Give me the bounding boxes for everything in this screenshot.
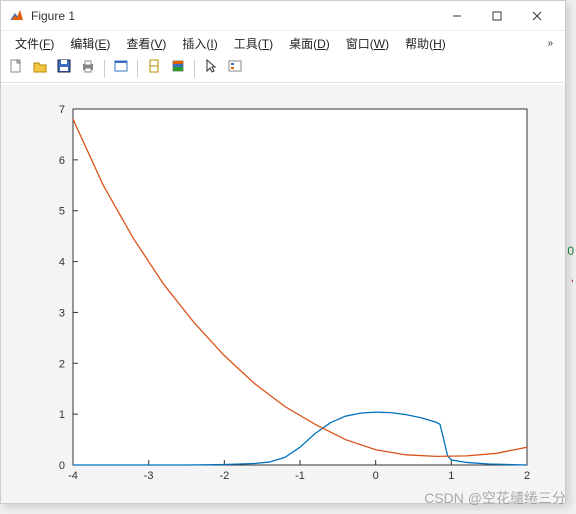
figure-window: Figure 1 文件(F)编辑(E)查看(V)插入(I)工具(T)桌面(D)窗… xyxy=(0,0,566,504)
menu-f[interactable]: 文件(F) xyxy=(7,33,62,54)
print-icon xyxy=(80,58,96,79)
window-title: Figure 1 xyxy=(31,9,437,23)
ytick-label: 5 xyxy=(59,206,65,218)
axes-box xyxy=(73,109,527,465)
print-button[interactable] xyxy=(77,58,99,80)
save-button[interactable] xyxy=(53,58,75,80)
maximize-button[interactable] xyxy=(477,2,517,30)
menubar-overflow-icon[interactable]: » xyxy=(541,38,559,49)
minimize-button[interactable] xyxy=(437,2,477,30)
toolbar-separator xyxy=(194,60,195,78)
ytick-label: 4 xyxy=(59,257,65,269)
ytick-label: 3 xyxy=(59,307,65,319)
xtick-label: -4 xyxy=(68,470,78,482)
ytick-label: 7 xyxy=(59,104,65,116)
tool-bar xyxy=(1,55,565,83)
preview-icon xyxy=(113,58,129,79)
insert-legend-button[interactable] xyxy=(224,58,246,80)
menu-w[interactable]: 窗口(W) xyxy=(338,33,397,54)
xtick-label: -2 xyxy=(219,470,229,482)
xtick-label: 0 xyxy=(373,470,379,482)
new-figure-button[interactable] xyxy=(5,58,27,80)
print-preview-button[interactable] xyxy=(110,58,132,80)
ytick-label: 0 xyxy=(59,460,65,472)
link-button[interactable] xyxy=(143,58,165,80)
menu-t[interactable]: 工具(T) xyxy=(226,33,281,54)
colorbar-button[interactable] xyxy=(167,58,189,80)
toolbar-separator xyxy=(104,60,105,78)
new-icon xyxy=(8,58,24,79)
side-hint-green: 0 xyxy=(567,244,574,258)
ytick-label: 6 xyxy=(59,155,65,167)
pointer-icon xyxy=(203,58,219,79)
plot-area: -4 -3 -2 -1 0 1 2 0 1 2 3 4 5 6 7 xyxy=(1,85,565,503)
legend-icon xyxy=(227,58,243,79)
xtick-label: 1 xyxy=(448,470,454,482)
menu-d[interactable]: 桌面(D) xyxy=(281,33,338,54)
menu-bar: 文件(F)编辑(E)查看(V)插入(I)工具(T)桌面(D)窗口(W)帮助(H)… xyxy=(1,31,565,55)
title-bar: Figure 1 xyxy=(1,1,565,31)
colorbar-icon xyxy=(170,58,186,79)
xtick-label: -1 xyxy=(295,470,305,482)
menu-v[interactable]: 查看(V) xyxy=(118,33,174,54)
close-button[interactable] xyxy=(517,2,557,30)
link-icon xyxy=(146,58,162,79)
xtick-label: 2 xyxy=(524,470,530,482)
ytick-label: 2 xyxy=(59,358,65,370)
menu-e[interactable]: 编辑(E) xyxy=(62,33,118,54)
open-icon xyxy=(32,58,48,79)
menu-i[interactable]: 插入(I) xyxy=(174,33,225,54)
open-button[interactable] xyxy=(29,58,51,80)
pointer-button[interactable] xyxy=(200,58,222,80)
ytick-label: 1 xyxy=(59,409,65,421)
chart-canvas: -4 -3 -2 -1 0 1 2 0 1 2 3 4 5 6 7 xyxy=(1,85,567,505)
menu-h[interactable]: 帮助(H) xyxy=(397,33,454,54)
xtick-label: -3 xyxy=(144,470,154,482)
side-hint-red: , xyxy=(571,270,574,284)
save-icon xyxy=(56,58,72,79)
toolbar-separator xyxy=(137,60,138,78)
matlab-logo-icon xyxy=(9,8,25,24)
